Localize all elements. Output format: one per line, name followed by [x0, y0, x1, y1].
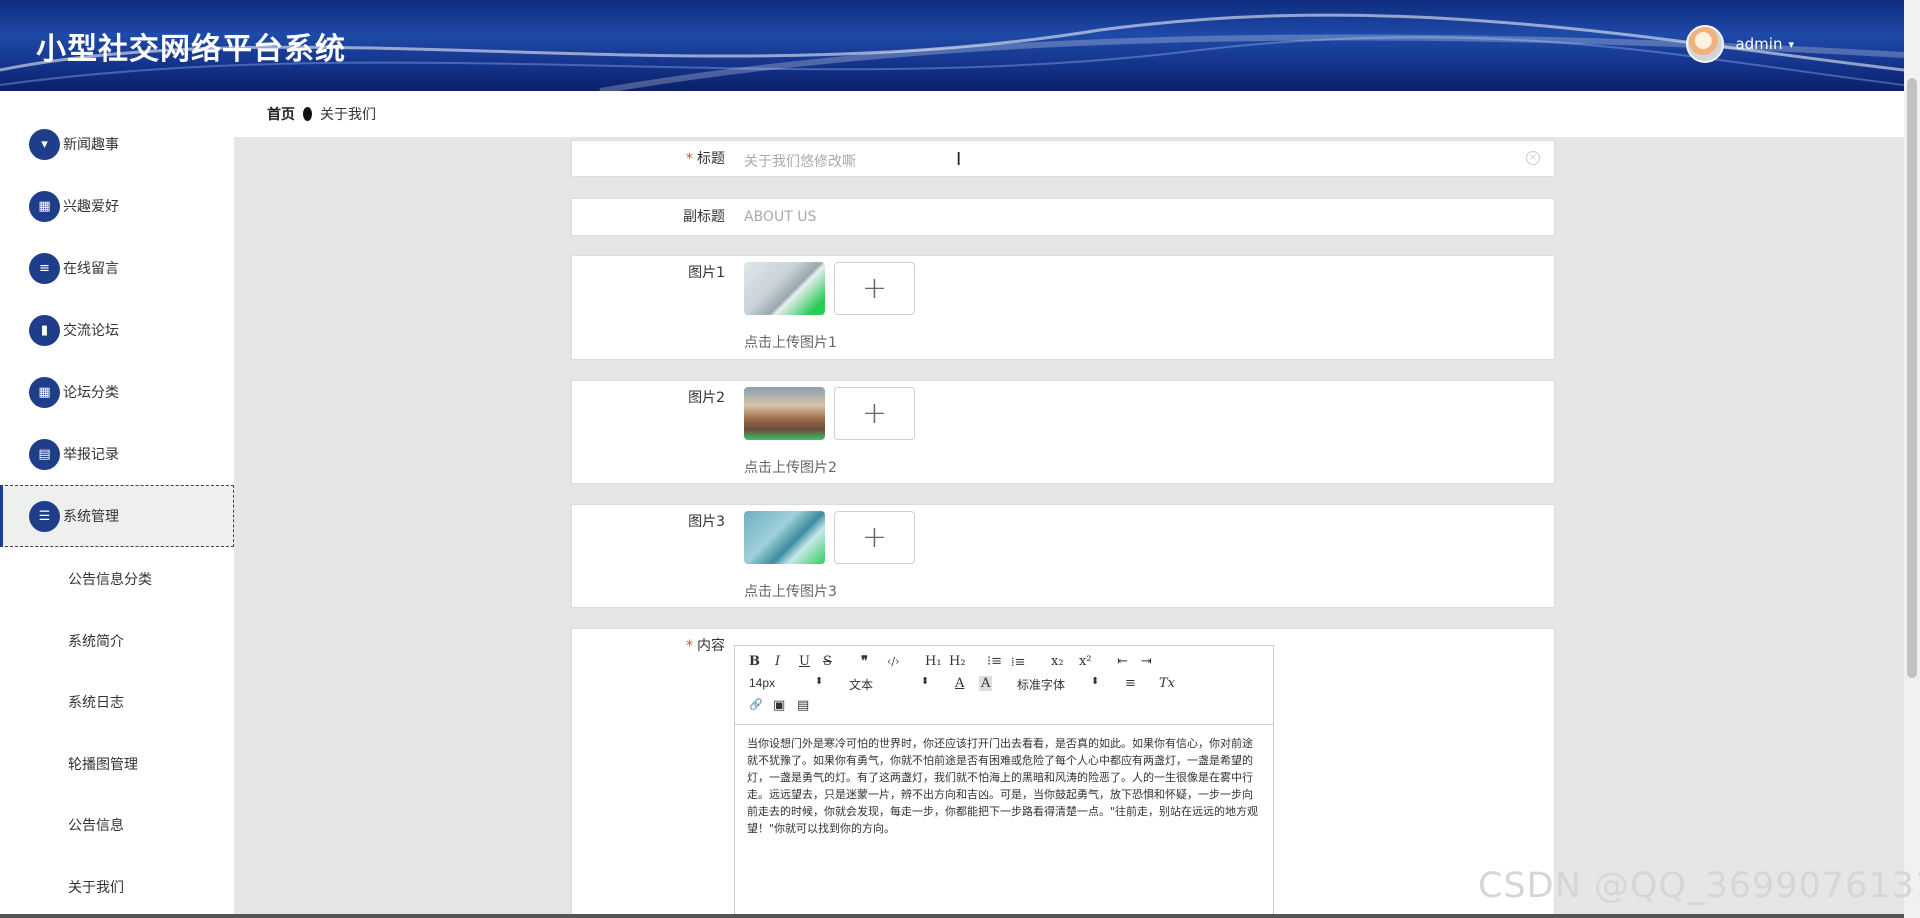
title-field-row: * 标题 关于我们悠修改嘶 I × — [571, 140, 1555, 177]
image3-label: 图片3 — [688, 514, 725, 530]
image1-upload-button[interactable]: + — [834, 262, 915, 315]
text-cursor-icon: I — [956, 149, 962, 170]
sidebar: ▾ 新闻趣事 ▦ 兴趣爱好 ≡ 在线留言 ▮ 交流论坛 ▦ 论坛分类 ▤ 举报记… — [0, 91, 234, 918]
page-scrollbar[interactable] — [1904, 0, 1920, 918]
font-color-button[interactable]: A — [955, 676, 964, 691]
align-button[interactable]: ≡ — [1125, 676, 1136, 691]
font-size-select[interactable]: 14px — [749, 676, 775, 690]
clean-format-button[interactable]: Tx — [1159, 676, 1175, 691]
video-icon[interactable]: ▤ — [797, 698, 809, 713]
bottom-border — [0, 914, 1904, 918]
sidebar-item-hobbies[interactable]: ▦ 兴趣爱好 — [0, 175, 234, 237]
bullet-list-button[interactable]: ⁞≡ — [1011, 654, 1026, 670]
chevron-updown-icon: ⬍ — [1091, 676, 1100, 687]
submenu-item[interactable]: 系统简介 — [68, 631, 124, 651]
image3-thumbnail[interactable] — [744, 511, 825, 564]
clear-icon[interactable]: × — [1526, 151, 1540, 165]
app-title: 小型社交网络平台系统 — [36, 32, 346, 67]
sidebar-item-news[interactable]: ▾ 新闻趣事 — [0, 113, 234, 175]
title-label: * 标题 — [686, 151, 725, 167]
top-header: 小型社交网络平台系统 admin ▾ — [0, 0, 1904, 91]
outdent-button[interactable]: ⇤ — [1117, 654, 1128, 669]
subtitle-label: 副标题 — [683, 209, 725, 225]
image2-upload-tip: 点击上传图片2 — [744, 460, 837, 476]
user-menu[interactable]: admin ▾ — [1686, 25, 1794, 63]
submenu-item[interactable]: 关于我们 — [68, 877, 124, 897]
image1-label: 图片1 — [688, 265, 725, 281]
bold-button[interactable]: B — [749, 654, 760, 669]
avatar[interactable] — [1686, 25, 1725, 63]
indent-button[interactable]: ⇥ — [1141, 654, 1152, 669]
title-input[interactable]: 关于我们悠修改嘶 — [744, 151, 856, 171]
grid-icon: ▦ — [29, 190, 60, 222]
sidebar-item-messages[interactable]: ≡ 在线留言 — [0, 237, 234, 299]
image1-field-row: 图片1 + 点击上传图片1 — [571, 255, 1555, 360]
editor-toolbar: B I U S ❞ ‹/› H₁ H₂ ⁝≡ ⁞≡ x₂ x² ⇤ ⇥ 14px… — [735, 646, 1273, 725]
image-icon[interactable]: ▣ — [773, 698, 785, 713]
h2-button[interactable]: H₂ — [949, 654, 966, 669]
chevron-updown-icon: ⬍ — [921, 676, 930, 687]
sidebar-item-system[interactable]: ☰ 系统管理 — [0, 485, 234, 547]
submenu-item[interactable]: 公告信息分类 — [68, 569, 152, 589]
clipboard-icon: ▤ — [29, 438, 60, 470]
submenu-item[interactable]: 系统日志 — [68, 692, 124, 712]
sidebar-item-label: 交流论坛 — [63, 323, 119, 339]
breadcrumb-home[interactable]: 首页 — [267, 104, 295, 124]
watermark: CSDN @QQ_3699076131 — [1478, 866, 1920, 906]
breadcrumb: 首页 关于我们 — [234, 91, 1904, 137]
grid-icon: ▦ — [29, 376, 60, 408]
rich-text-editor[interactable]: B I U S ❞ ‹/› H₁ H₂ ⁝≡ ⁞≡ x₂ x² ⇤ ⇥ 14px… — [734, 645, 1274, 918]
ordered-list-button[interactable]: ⁝≡ — [987, 654, 1002, 669]
username[interactable]: admin — [1735, 35, 1782, 53]
required-mark: * — [686, 638, 693, 654]
sidebar-item-forum-category[interactable]: ▦ 论坛分类 — [0, 361, 234, 423]
sidebar-item-reports[interactable]: ▤ 举报记录 — [0, 423, 234, 485]
content-field-row: * 内容 B I U S ❞ ‹/› H₁ H₂ ⁝≡ ⁞≡ x₂ x² ⇤ ⇥ … — [571, 628, 1555, 918]
font-family-select[interactable]: 标准字体 — [1017, 676, 1065, 693]
image2-upload-button[interactable]: + — [834, 387, 915, 440]
blockquote-button[interactable]: ❞ — [861, 654, 868, 669]
list-icon: ☰ — [29, 500, 60, 532]
sidebar-item-label: 兴趣爱好 — [63, 199, 119, 215]
sliders-icon: ≡ — [29, 252, 60, 284]
image2-label: 图片2 — [688, 390, 725, 406]
image3-upload-tip: 点击上传图片3 — [744, 584, 837, 600]
subtitle-input[interactable]: ABOUT US — [744, 209, 816, 225]
sidebar-item-label: 在线留言 — [63, 261, 119, 277]
image3-field-row: 图片3 + 点击上传图片3 — [571, 504, 1555, 608]
submenu-item[interactable]: 轮播图管理 — [68, 754, 138, 774]
image1-upload-tip: 点击上传图片1 — [744, 335, 837, 351]
image3-upload-button[interactable]: + — [834, 511, 915, 564]
h1-button[interactable]: H₁ — [925, 654, 942, 669]
code-button[interactable]: ‹/› — [887, 655, 900, 668]
scrollbar-thumb[interactable] — [1907, 78, 1917, 678]
image1-thumbnail[interactable] — [744, 262, 825, 315]
link-icon[interactable]: 🔗 — [749, 698, 763, 711]
content-label: * 内容 — [686, 638, 725, 654]
image2-thumbnail[interactable] — [744, 387, 825, 440]
italic-button[interactable]: I — [775, 654, 780, 669]
required-mark: * — [686, 151, 693, 167]
bar-chart-icon: ▮ — [29, 314, 60, 346]
header-select[interactable]: 文本 — [849, 676, 873, 693]
image2-field-row: 图片2 + 点击上传图片2 — [571, 380, 1555, 484]
sidebar-item-label: 系统管理 — [63, 509, 119, 525]
subscript-button[interactable]: x₂ — [1051, 654, 1064, 669]
superscript-button[interactable]: x² — [1079, 654, 1092, 669]
filter-icon: ▾ — [29, 128, 60, 160]
underline-button[interactable]: U — [799, 654, 810, 669]
sidebar-item-label: 举报记录 — [63, 447, 119, 463]
breadcrumb-separator-icon — [303, 107, 312, 121]
chevron-updown-icon: ⬍ — [815, 676, 824, 687]
sidebar-item-label: 论坛分类 — [63, 385, 119, 401]
strike-button[interactable]: S — [823, 654, 832, 669]
breadcrumb-current: 关于我们 — [320, 107, 376, 123]
submenu-item[interactable]: 公告信息 — [68, 815, 124, 835]
chevron-down-icon[interactable]: ▾ — [1788, 38, 1794, 51]
sidebar-item-label: 新闻趣事 — [63, 137, 119, 153]
editor-content[interactable]: 当你设想门外是寒冷可怕的世界时，你还应该打开门出去看看，是否真的如此。如果你有信… — [735, 725, 1273, 847]
sidebar-item-forum[interactable]: ▮ 交流论坛 — [0, 299, 234, 361]
subtitle-field-row: 副标题 ABOUT US — [571, 198, 1555, 236]
background-color-button[interactable]: A — [979, 676, 993, 691]
